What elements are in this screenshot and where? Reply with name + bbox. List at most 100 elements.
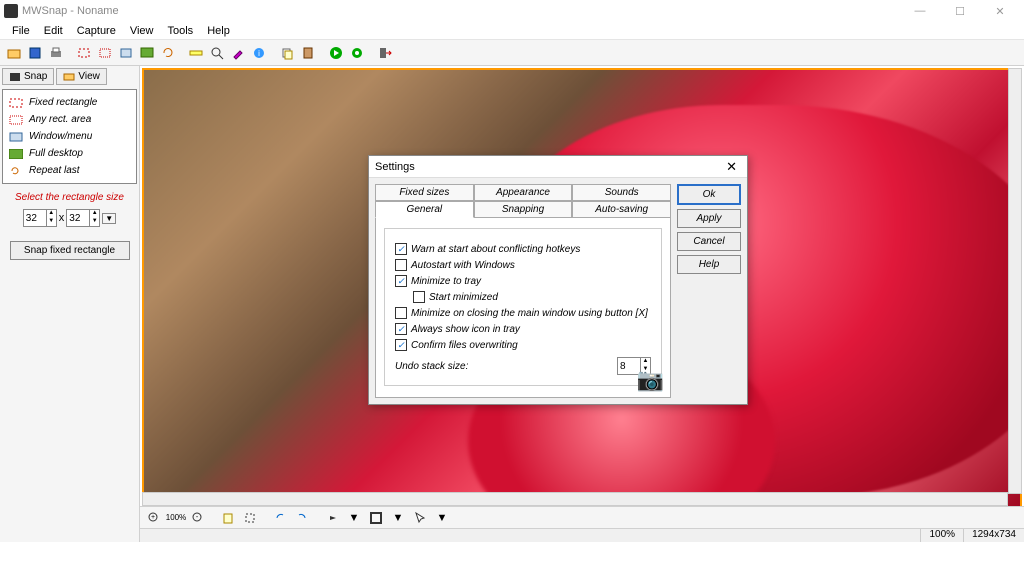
menu-capture[interactable]: Capture <box>71 24 122 38</box>
tab-appearance[interactable]: Appearance <box>474 184 573 201</box>
zoom-icon[interactable] <box>207 43 227 63</box>
checkbox-icon[interactable] <box>395 259 407 271</box>
app-icon <box>4 4 18 18</box>
check-minimize-close[interactable]: Minimize on closing the main window usin… <box>395 307 651 319</box>
menu-file[interactable]: File <box>6 24 36 38</box>
crop-icon[interactable] <box>240 508 260 528</box>
capture-list: Fixed rectangle Any rect. area Window/me… <box>2 89 137 184</box>
frame-dropdown-icon[interactable]: ▼ <box>388 508 408 528</box>
print-icon[interactable] <box>46 43 66 63</box>
tab-snapping[interactable]: Snapping <box>474 201 573 218</box>
zoom-out-icon[interactable]: - <box>188 508 208 528</box>
redo-icon[interactable] <box>292 508 312 528</box>
paste-icon[interactable] <box>298 43 318 63</box>
settings-dialog: Settings ✕ Fixed sizes Appearance Sounds… <box>368 155 748 405</box>
undo-icon[interactable] <box>270 508 290 528</box>
tab-view[interactable]: View <box>56 68 107 85</box>
play-icon[interactable] <box>326 43 346 63</box>
settings-icon[interactable] <box>347 43 367 63</box>
height-spinner[interactable]: ▲▼ <box>66 209 100 227</box>
checkbox-icon[interactable]: ✓ <box>395 243 407 255</box>
menubar: File Edit Capture View Tools Help <box>0 22 1024 40</box>
undo-up[interactable]: ▲ <box>640 358 650 366</box>
capture-repeat[interactable]: Repeat last <box>5 162 134 179</box>
repeat-icon[interactable] <box>158 43 178 63</box>
ruler-icon[interactable] <box>186 43 206 63</box>
check-warn-hotkeys[interactable]: ✓Warn at start about conflicting hotkeys <box>395 243 651 255</box>
sidebar: Snap View Fixed rectangle Any rect. area… <box>0 66 140 542</box>
help-button[interactable]: Help <box>677 255 741 274</box>
status-bar: 100% 1294x734 <box>140 528 1024 542</box>
zoom-in-icon[interactable]: + <box>144 508 164 528</box>
menu-help[interactable]: Help <box>201 24 236 38</box>
checkbox-icon[interactable]: ✓ <box>395 323 407 335</box>
cursor-icon[interactable] <box>410 508 430 528</box>
checkbox-icon[interactable] <box>413 291 425 303</box>
check-start-minimized[interactable]: Start minimized <box>413 291 651 303</box>
menu-view[interactable]: View <box>124 24 160 38</box>
copy2-icon[interactable] <box>218 508 238 528</box>
tab-autosaving[interactable]: Auto-saving <box>572 201 671 218</box>
checkbox-icon[interactable] <box>395 307 407 319</box>
open-icon[interactable] <box>4 43 24 63</box>
check-minimize-tray[interactable]: ✓Minimize to tray <box>395 275 651 287</box>
width-spinner[interactable]: ▲▼ <box>23 209 57 227</box>
ok-button[interactable]: Ok <box>677 184 741 205</box>
svg-text:-: - <box>196 514 199 521</box>
desktop-icon[interactable] <box>137 43 157 63</box>
size-dropdown-icon[interactable]: ▼ <box>102 213 116 224</box>
checkbox-icon[interactable]: ✓ <box>395 339 407 351</box>
capture-desktop[interactable]: Full desktop <box>5 145 134 162</box>
rotate-icon[interactable]: ▼ <box>344 508 364 528</box>
frame-icon[interactable] <box>366 508 386 528</box>
cursor-dropdown-icon[interactable]: ▼ <box>432 508 452 528</box>
window-icon[interactable] <box>116 43 136 63</box>
height-up[interactable]: ▲ <box>89 210 99 218</box>
check-autostart[interactable]: Autostart with Windows <box>395 259 651 271</box>
minimize-button[interactable]: — <box>900 1 940 21</box>
maximize-button[interactable]: ☐ <box>940 1 980 21</box>
cancel-button[interactable]: Cancel <box>677 232 741 251</box>
snap-button[interactable]: Snap fixed rectangle <box>10 241 130 260</box>
tab-fixed-sizes[interactable]: Fixed sizes <box>375 184 474 201</box>
exit-icon[interactable] <box>375 43 395 63</box>
capture-fixed-rect[interactable]: Fixed rectangle <box>5 94 134 111</box>
svg-text:i: i <box>258 49 260 58</box>
undo-stack-label: Undo stack size: <box>395 361 468 372</box>
status-zoom: 100% <box>920 529 963 542</box>
zoom-100-icon[interactable]: 100% <box>166 508 186 528</box>
width-input[interactable] <box>24 210 46 226</box>
apply-button[interactable]: Apply <box>677 209 741 228</box>
height-input[interactable] <box>67 210 89 226</box>
any-rect-icon[interactable] <box>95 43 115 63</box>
tab-sounds[interactable]: Sounds <box>572 184 671 201</box>
width-up[interactable]: ▲ <box>46 210 56 218</box>
menu-edit[interactable]: Edit <box>38 24 69 38</box>
picker-icon[interactable] <box>228 43 248 63</box>
dialog-titlebar[interactable]: Settings ✕ <box>369 156 747 178</box>
menu-tools[interactable]: Tools <box>162 24 200 38</box>
capture-window[interactable]: Window/menu <box>5 128 134 145</box>
dialog-close-icon[interactable]: ✕ <box>722 159 741 175</box>
copy-icon[interactable] <box>277 43 297 63</box>
tab-snap[interactable]: Snap <box>2 68 54 85</box>
horizontal-scrollbar[interactable] <box>142 492 1008 506</box>
height-down[interactable]: ▼ <box>89 218 99 226</box>
tab-general[interactable]: General <box>375 201 474 218</box>
status-dims: 1294x734 <box>963 529 1024 542</box>
select-size-label: Select the rectangle size <box>2 184 137 207</box>
vertical-scrollbar[interactable] <box>1008 68 1022 494</box>
width-down[interactable]: ▼ <box>46 218 56 226</box>
dialog-title: Settings <box>375 161 722 173</box>
close-button[interactable]: ✕ <box>980 1 1020 21</box>
fixed-rect-icon[interactable] <box>74 43 94 63</box>
flip-h-icon[interactable] <box>322 508 342 528</box>
capture-any-rect[interactable]: Any rect. area <box>5 111 134 128</box>
by-label: x <box>59 212 65 224</box>
info-icon[interactable]: i <box>249 43 269 63</box>
check-tray-icon[interactable]: ✓Always show icon in tray <box>395 323 651 335</box>
tab-snap-label: Snap <box>24 71 47 82</box>
checkbox-icon[interactable]: ✓ <box>395 275 407 287</box>
save-icon[interactable] <box>25 43 45 63</box>
check-confirm-overwrite[interactable]: ✓Confirm files overwriting <box>395 339 651 351</box>
